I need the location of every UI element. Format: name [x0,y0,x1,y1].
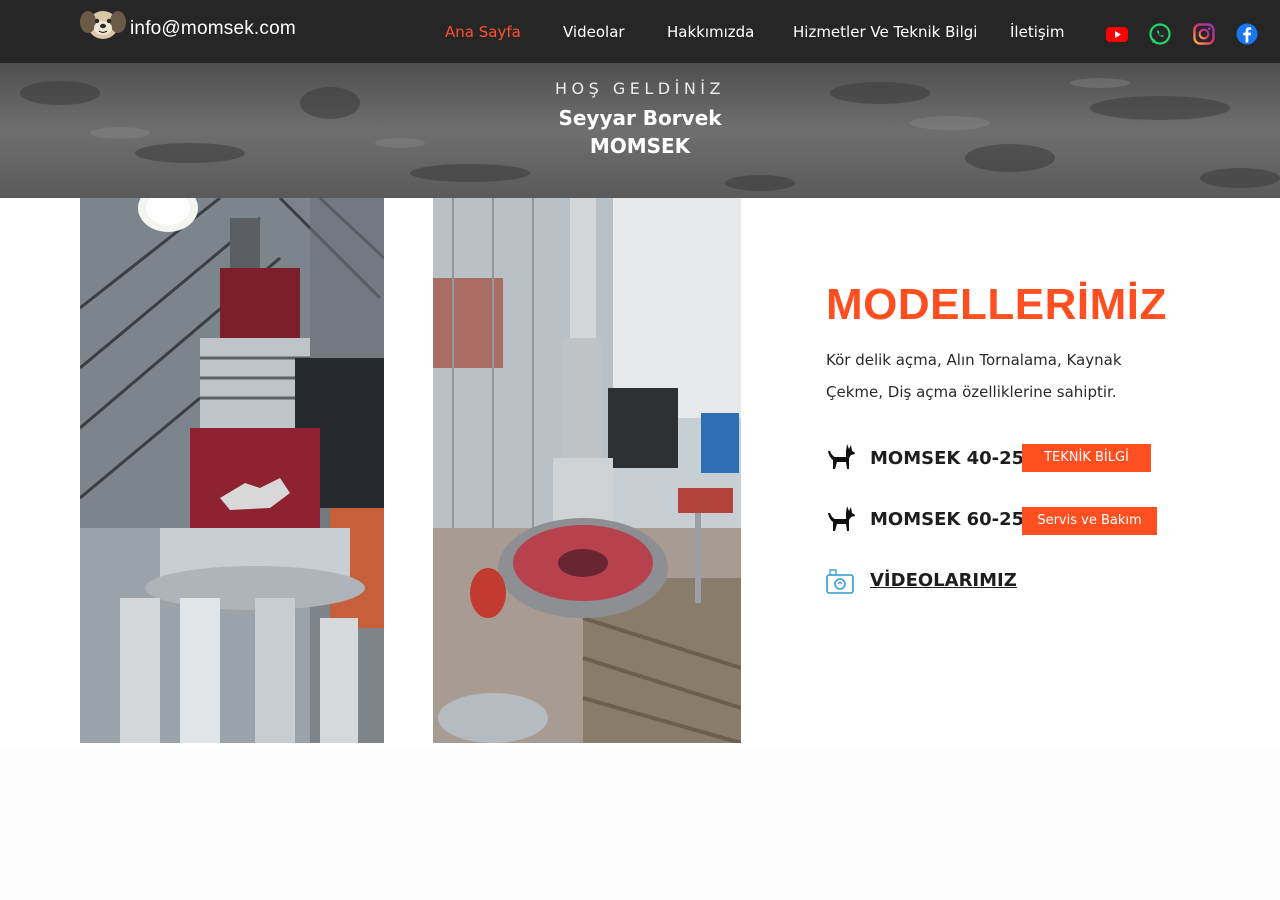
whatsapp-icon[interactable] [1148,22,1172,46]
model-name-60-25[interactable]: MOMSEK 60-25 [870,509,1024,530]
teknik-bilgi-button[interactable]: TEKNİK BİLGİ [1022,444,1151,472]
instagram-icon[interactable] [1192,22,1216,46]
nav-item-iletisim[interactable]: İletişim [1010,23,1064,41]
dog-silhouette-icon [828,506,855,531]
dog-silhouette-icon [828,444,855,469]
header-email[interactable]: info@momsek.com [130,18,296,40]
camera-icon [826,569,854,594]
machine-photo-2 [433,198,741,743]
dog-logo-icon[interactable] [80,9,126,41]
footer-spacer [0,750,1280,900]
hero-kicker: HOŞ GELDİNİZ [555,79,725,98]
hero-title-line2: MOMSEK [589,134,691,158]
hero-title-line1: Seyyar Borvek [558,106,722,130]
nav-item-hakkimizda[interactable]: Hakkımızda [667,23,754,41]
models-heading: MODELLERİMİZ [826,280,1167,329]
servis-ve-bakim-button[interactable]: Servis ve Bakım [1022,507,1157,535]
youtube-icon[interactable] [1105,22,1129,46]
machine-photo-1 [80,198,384,743]
top-navigation-bar: info@momsek.com Ana Sayfa Videolar Hakkı… [0,0,1280,63]
model-name-40-25[interactable]: MOMSEK 40-25 [870,448,1024,469]
nav-item-videolar[interactable]: Videolar [563,23,625,41]
nav-item-hizmetler[interactable]: Hizmetler Ve Teknik Bilgi [793,23,977,41]
nav-item-ana-sayfa[interactable]: Ana Sayfa [445,23,521,41]
models-description: Kör delik açma, Alın Tornalama, Kaynak Ç… [826,351,1122,401]
facebook-icon[interactable] [1235,22,1259,46]
videolarimiz-link[interactable]: VİDEOLARIMIZ [870,570,1017,591]
hero-banner: HOŞ GELDİNİZ Seyyar Borvek MOMSEK [0,63,1280,198]
